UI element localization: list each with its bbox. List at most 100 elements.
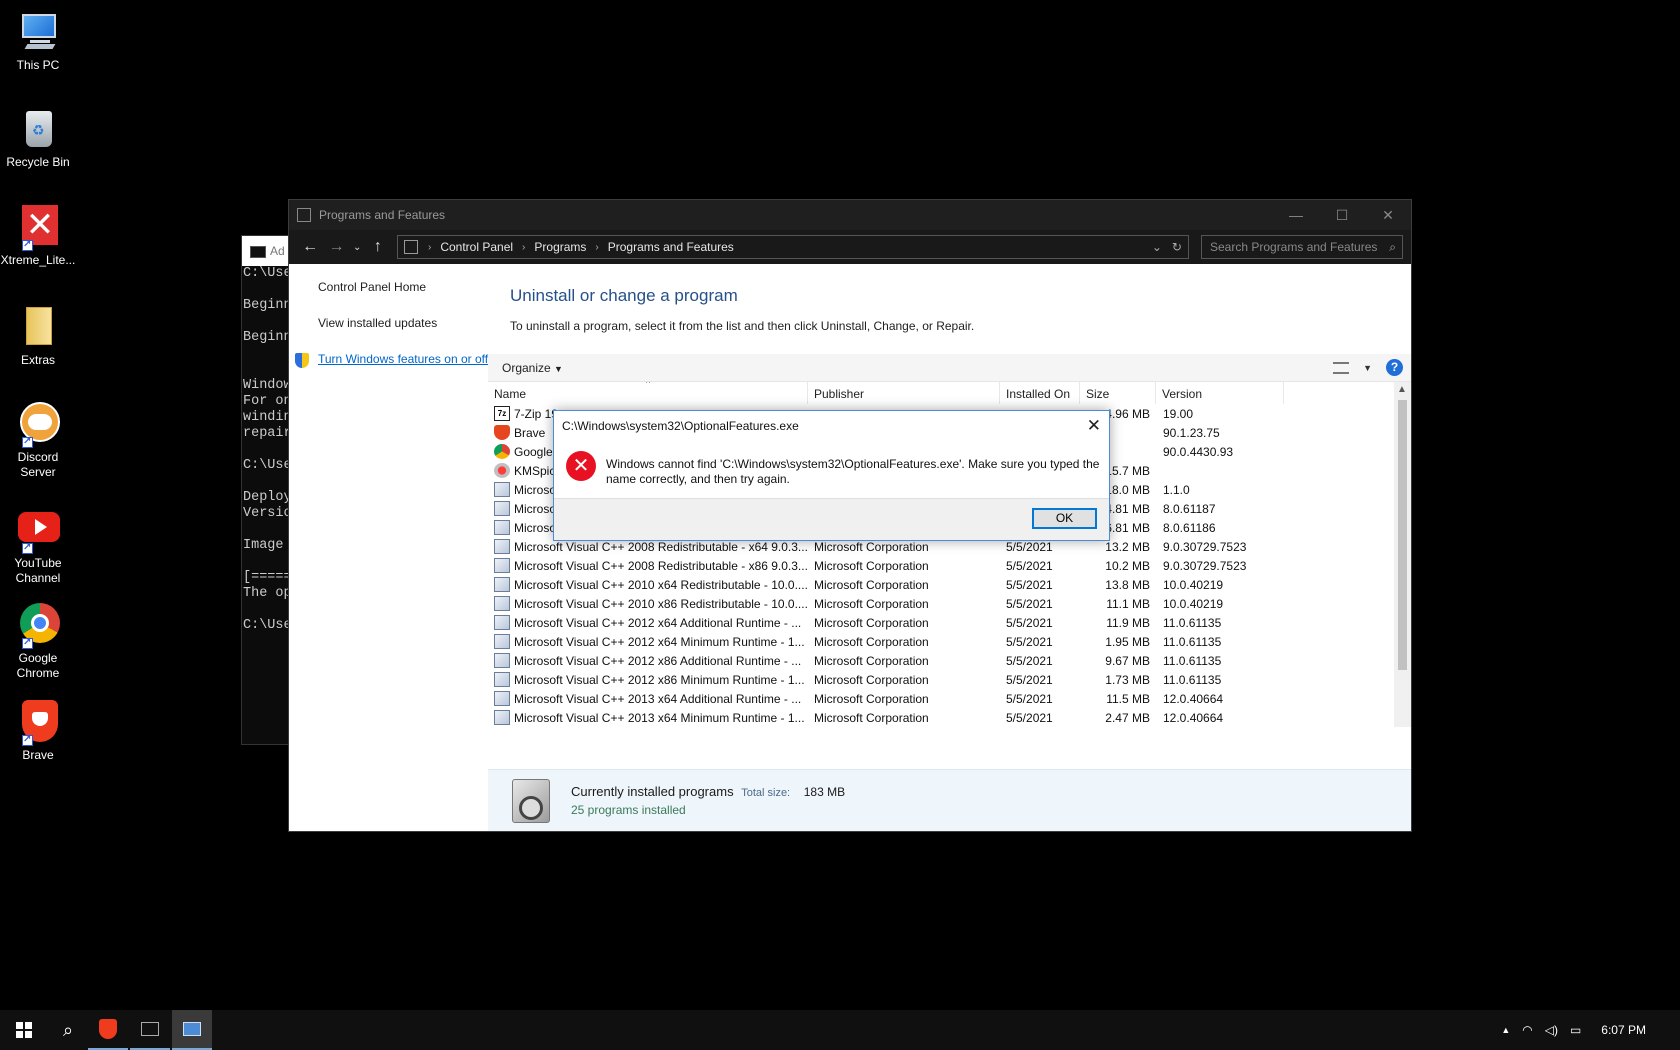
taskbar-command-prompt[interactable] [130, 1010, 170, 1050]
window-title: Programs and Features [319, 208, 446, 222]
change-view-icon[interactable] [1333, 361, 1350, 374]
notification-icon[interactable]: ▭ [1570, 1023, 1581, 1037]
cell-version: 19.00 [1163, 406, 1194, 421]
show-hidden-icons-icon[interactable]: ▲ [1501, 1025, 1510, 1035]
dialog-titlebar[interactable]: C:\Windows\system32\OptionalFeatures.exe… [554, 411, 1109, 439]
refresh-icon[interactable]: ↻ [1172, 240, 1182, 254]
search-icon[interactable]: ⌕ [48, 1010, 88, 1050]
desktop-icon-chrome[interactable]: Google Chrome [0, 603, 76, 681]
desktop-icon-extras[interactable]: Extras [0, 305, 76, 368]
taskbar-brave[interactable] [88, 1010, 128, 1050]
cell-name: Microsoft Visual C++ 2013 x64 Minimum Ru… [488, 710, 808, 725]
control-panel-home-link[interactable]: Control Panel Home [318, 280, 489, 294]
cell-size: 10.2 MB [1105, 558, 1150, 573]
chevron-down-icon: ▼ [554, 363, 563, 374]
total-size-value: 183 MB [803, 785, 846, 799]
desktop-icon-label: Recycle Bin [6, 155, 70, 169]
scrollbar-thumb[interactable] [1398, 400, 1407, 670]
desktop-icon-brave[interactable]: Brave [0, 700, 76, 763]
desktop-icon-discord[interactable]: Discord Server [0, 402, 76, 480]
column-header-installed-on[interactable]: Installed On [1000, 382, 1080, 404]
desktop-icon-recycle-bin[interactable]: ♻ Recycle Bin [0, 107, 76, 170]
turn-windows-features-link[interactable]: Turn Windows features on or off [295, 352, 489, 368]
error-dialog[interactable]: C:\Windows\system32\OptionalFeatures.exe… [553, 410, 1110, 541]
console-line: Image [243, 538, 284, 553]
maximize-button[interactable]: ☐ [1319, 200, 1365, 230]
clock[interactable]: 6:07 PM [1601, 1023, 1646, 1037]
total-size-label: Total size: [741, 787, 791, 799]
table-row[interactable]: Microsoft Visual C++ 2008 Redistributabl… [488, 556, 1411, 575]
dialog-close-icon[interactable]: ✕ [1087, 416, 1101, 436]
cell-version: 10.0.40219 [1163, 577, 1224, 592]
table-row[interactable]: Microsoft Visual C++ 2010 x64 Redistribu… [488, 575, 1411, 594]
table-row[interactable]: Microsoft Visual C++ 2012 x64 Minimum Ru… [488, 632, 1411, 651]
console-titlebar[interactable]: Ad [242, 236, 290, 266]
program-name: KMSpic [514, 463, 556, 478]
view-options-chevron-icon[interactable]: ▼ [1363, 363, 1372, 373]
taskbar-control-panel[interactable] [172, 1010, 212, 1050]
table-row[interactable]: Microsoft Visual C++ 2012 x86 Minimum Ru… [488, 670, 1411, 689]
scroll-up-icon[interactable]: ▲ [1397, 384, 1407, 395]
windows-logo-icon [16, 1022, 32, 1038]
forward-arrow-icon[interactable]: → [323, 238, 349, 256]
console-title: Ad [270, 244, 285, 258]
table-row[interactable]: Microsoft Visual C++ 2012 x64 Additional… [488, 613, 1411, 632]
minimize-button[interactable]: — [1273, 200, 1319, 230]
breadcrumb-programs[interactable]: Programs [534, 240, 586, 254]
desktop-icon-youtube[interactable]: YouTube Channel [0, 508, 76, 586]
back-arrow-icon[interactable]: ← [297, 238, 323, 256]
breadcrumb-control-panel[interactable]: Control Panel [440, 240, 513, 254]
ok-button[interactable]: OK [1032, 508, 1097, 529]
cell-name: Microsoft Visual C++ 2010 x86 Redistribu… [488, 596, 808, 611]
console-line: C:\Use [243, 266, 291, 281]
breadcrumb-programs-and-features[interactable]: Programs and Features [608, 240, 734, 254]
table-row[interactable]: Microsoft Visual C++ 2010 x86 Redistribu… [488, 594, 1411, 613]
installer-icon [494, 710, 510, 725]
up-arrow-icon[interactable]: ↑ [365, 238, 391, 256]
breadcrumb-separator: › [522, 241, 526, 253]
sort-ascending-icon: ^ [646, 382, 651, 388]
turn-windows-features-label: Turn Windows features on or off [318, 352, 489, 366]
console-line: C:\Use [243, 458, 291, 473]
kmspico-icon [494, 463, 510, 478]
brave-icon [16, 700, 60, 747]
view-installed-updates-link[interactable]: View installed updates [318, 316, 489, 330]
address-dropdown-chevron-icon[interactable]: ⌄ [1152, 240, 1162, 254]
desktop-icon-label: Google Chrome [16, 651, 60, 680]
program-name: Microsoft Visual C++ 2012 x86 Minimum Ru… [514, 672, 805, 687]
cell-publisher: Microsoft Corporation [814, 634, 929, 649]
cell-installed-on: 5/5/2021 [1006, 634, 1053, 649]
volume-icon[interactable]: ◁) [1545, 1023, 1558, 1037]
window-titlebar[interactable]: Programs and Features — ☐ ✕ [289, 200, 1411, 230]
start-button[interactable] [0, 1010, 48, 1050]
console-line: Window [243, 378, 291, 393]
command-prompt-window[interactable]: Ad C:\Use Beginn Beginn Window For on windin r… [241, 235, 291, 745]
column-header-size[interactable]: Size [1080, 382, 1156, 404]
cell-name: Microsoft Visual C++ 2010 x64 Redistribu… [488, 577, 808, 592]
table-row[interactable]: Microsoft Visual C++ 2012 x86 Additional… [488, 651, 1411, 670]
vertical-scrollbar[interactable]: ▲ ▼ [1394, 382, 1411, 727]
address-bar[interactable]: › Control Panel › Programs › Programs an… [396, 235, 1189, 259]
program-name: Microsoft Visual C++ 2012 x64 Minimum Ru… [514, 634, 805, 649]
desktop-icon-this-pc[interactable]: This PC [0, 10, 76, 73]
desktop-icon-xtreme[interactable]: ✕ Xtreme_Lite... [0, 205, 76, 268]
taskbar: ⌕ ▲ ◠ ◁) ▭ 6:07 PM [0, 1010, 1680, 1050]
column-header-version[interactable]: Version [1156, 382, 1284, 404]
recent-locations-chevron-icon[interactable]: ⌄ [350, 242, 365, 253]
table-row[interactable]: Microsoft Visual C++ 2013 x64 Minimum Ru… [488, 708, 1411, 727]
help-icon[interactable]: ? [1386, 359, 1403, 376]
youtube-icon [16, 508, 60, 555]
cell-version: 11.0.61135 [1163, 615, 1222, 630]
wifi-icon[interactable]: ◠ [1522, 1023, 1532, 1037]
cell-version: 8.0.61187 [1163, 501, 1216, 516]
organize-button[interactable]: Organize ▼ [502, 361, 563, 375]
cell-size: 11.5 MB [1106, 691, 1150, 706]
column-header-publisher[interactable]: Publisher [808, 382, 1000, 404]
table-row[interactable]: Microsoft Visual C++ 2013 x64 Additional… [488, 689, 1411, 708]
chrome-icon [16, 603, 60, 650]
installer-icon [494, 691, 510, 706]
cell-name: Microsoft Visual C++ 2012 x86 Additional… [488, 653, 808, 668]
close-button[interactable]: ✕ [1365, 200, 1411, 230]
search-input[interactable]: Search Programs and Features ⌕ [1200, 235, 1403, 259]
